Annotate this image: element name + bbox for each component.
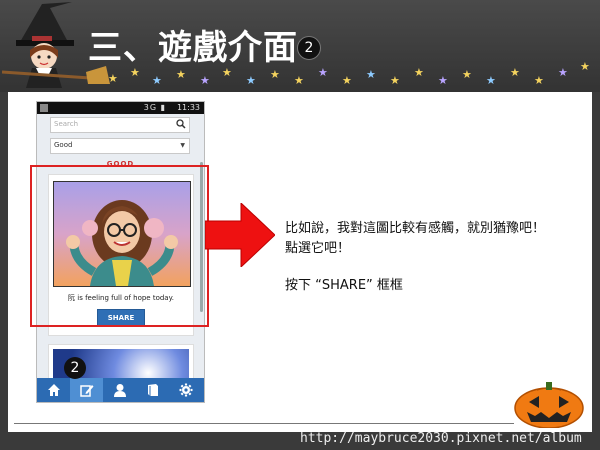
svg-text:★: ★ xyxy=(200,74,210,87)
search-icon[interactable] xyxy=(176,119,186,129)
bottom-nav xyxy=(37,378,204,402)
svg-text:★: ★ xyxy=(130,66,140,79)
arrow-right-icon xyxy=(205,203,275,267)
pumpkin-illustration xyxy=(514,382,584,428)
svg-text:★: ★ xyxy=(342,74,352,87)
svg-text:★: ★ xyxy=(222,66,232,79)
instruction-line-2: 點選它吧！ xyxy=(285,241,351,256)
nav-settings[interactable] xyxy=(169,378,202,402)
svg-text:★: ★ xyxy=(558,66,568,79)
instruction-line-1: 比如說，我對這圖比較有感觸，就別猶豫吧！ xyxy=(285,221,546,236)
app-icon xyxy=(40,104,48,112)
svg-text:★: ★ xyxy=(534,74,544,87)
header-banner: 三、遊戲介面 2 ★ ★ ★ ★ ★ ★ ★ ★ ★ ★ ★ ★ ★ ★ ★ ★ ★ ★ ★ ★ ★ xyxy=(0,0,600,92)
search-placeholder: Search xyxy=(54,120,79,128)
svg-text:★: ★ xyxy=(580,62,590,73)
mood-select-value: Good xyxy=(54,141,73,149)
search-input[interactable]: Search xyxy=(50,117,190,133)
book-icon[interactable] xyxy=(146,383,160,397)
home-icon[interactable] xyxy=(47,383,61,397)
watermark-url: http://maybruce2030.pixnet.net/album xyxy=(300,431,582,446)
svg-text:★: ★ xyxy=(486,74,496,87)
compose-icon[interactable] xyxy=(79,383,94,397)
instruction-text: 比如說，我對這圖比較有感觸，就別猶豫吧！ 點選它吧！ xyxy=(285,219,585,259)
svg-text:★: ★ xyxy=(246,74,256,87)
stars-decoration: ★ ★ ★ ★ ★ ★ ★ ★ ★ ★ ★ ★ ★ ★ ★ ★ ★ ★ ★ ★ ★ xyxy=(108,62,590,87)
svg-text:★: ★ xyxy=(414,66,424,79)
svg-text:★: ★ xyxy=(366,68,376,81)
nav-compose[interactable] xyxy=(70,378,103,402)
status-time: 11:33 xyxy=(176,103,200,112)
signal-icon: 3G ▮ xyxy=(143,103,166,112)
mood-select[interactable]: Good ▼ xyxy=(50,138,190,154)
highlight-box xyxy=(30,165,209,327)
nav-home[interactable] xyxy=(37,378,70,402)
step-badge: 2 xyxy=(297,36,321,60)
svg-text:★: ★ xyxy=(318,66,328,79)
gear-icon[interactable] xyxy=(179,383,193,397)
nav-book[interactable] xyxy=(136,378,169,402)
nav-step-badge: 2 xyxy=(64,357,86,379)
divider xyxy=(14,423,514,424)
svg-text:★: ★ xyxy=(390,74,400,87)
svg-text:★: ★ xyxy=(108,72,118,85)
status-bar: 3G ▮ 11:33 xyxy=(37,102,204,114)
instruction-share: 按下 “SHARE” 框框 xyxy=(285,278,403,293)
svg-text:★: ★ xyxy=(462,68,472,81)
svg-text:★: ★ xyxy=(438,74,448,87)
profile-icon[interactable] xyxy=(113,383,127,397)
svg-text:★: ★ xyxy=(510,66,520,79)
nav-profile[interactable] xyxy=(103,378,136,402)
svg-text:★: ★ xyxy=(294,74,304,87)
svg-text:★: ★ xyxy=(176,68,186,81)
svg-text:★: ★ xyxy=(152,74,162,87)
chevron-down-icon: ▼ xyxy=(180,142,185,149)
svg-text:★: ★ xyxy=(270,68,280,81)
